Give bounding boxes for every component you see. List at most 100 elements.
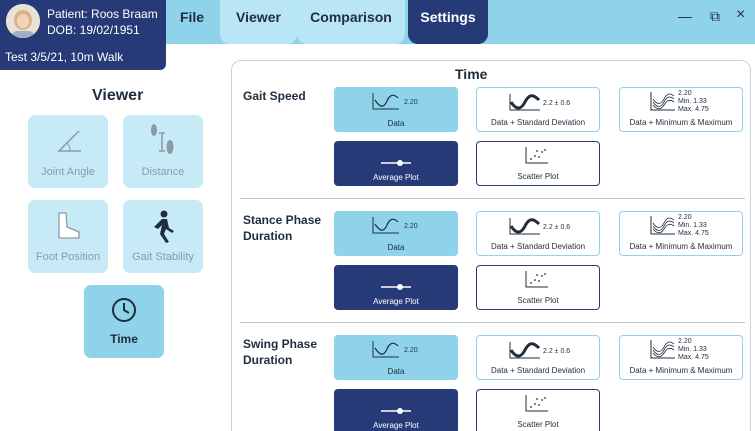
scatter-plot-button[interactable]: Scatter Plot: [476, 141, 600, 186]
data-option-button[interactable]: 2.20 Data: [334, 87, 458, 132]
menu-file[interactable]: File: [166, 0, 218, 44]
patient-avatar: [6, 4, 40, 38]
sd-wave-icon: [509, 94, 541, 111]
minmax-min: Min. 1.33: [678, 98, 707, 105]
data-label: Data: [387, 367, 405, 376]
scatter-plot-label: Scatter Plot: [517, 172, 559, 181]
divider: [240, 322, 745, 323]
minmax-icon-wrap: [650, 339, 676, 364]
minmax-option-button[interactable]: Min. 1.33 2.20 Max. 4.75 Data + Minimum & M…: [619, 335, 743, 380]
sd-icon-wrap: [509, 217, 541, 240]
foot-position-label: Foot Position: [35, 251, 101, 263]
joint-angle-label: Joint Angle: [41, 166, 95, 178]
minmax-option-button[interactable]: Min. 1.33 2.20 Max. 4.75 Data + Minimum & M…: [619, 211, 743, 256]
minimize-icon[interactable]: —: [678, 8, 692, 24]
average-plot-label: Average Plot: [373, 297, 419, 306]
scatter-plot-button[interactable]: Scatter Plot: [476, 389, 600, 431]
section-title-gait-speed: Gait Speed: [243, 89, 306, 103]
minmax-label: Data + Minimum & Maximum: [629, 242, 733, 251]
data-option-button[interactable]: 2.20 Data: [334, 211, 458, 256]
sd-icon-wrap: [509, 93, 541, 116]
sd-option-button[interactable]: 2.2 ± 0.6 Data + Standard Deviation: [476, 87, 600, 132]
scatter-plot-icon: [525, 395, 548, 412]
scatter-plot-icon: [525, 147, 548, 164]
joint-angle-button[interactable]: Joint Angle: [28, 115, 108, 188]
data-icon-wrap: [372, 340, 400, 363]
sd-option-button[interactable]: 2.2 ± 0.6 Data + Standard Deviation: [476, 335, 600, 380]
footprints-distance-icon: [151, 124, 174, 154]
data-icon-wrap: [372, 92, 400, 115]
patient-dob: DOB: 19/02/1951: [47, 23, 140, 37]
minmax-option-button[interactable]: Min. 1.33 2.20 Max. 4.75 Data + Minimum & M…: [619, 87, 743, 132]
sd-value: 2.2 ± 0.6: [543, 100, 571, 107]
minmax-max: Max. 4.75: [678, 354, 709, 361]
time-button[interactable]: Time: [84, 285, 164, 358]
minmax-icon-wrap: [650, 215, 676, 240]
minmax-wave-icon: [650, 340, 675, 359]
gait-stability-button[interactable]: Gait Stability: [123, 200, 203, 273]
minmax-value: 2.20: [678, 214, 692, 221]
data-label: Data: [387, 119, 405, 128]
section-title-swing-phase: Swing Phase Duration: [243, 337, 318, 367]
sd-label: Data + Standard Deviation: [490, 242, 586, 251]
minmax-max: Max. 4.75: [678, 106, 709, 113]
joint-angle-icon: [57, 130, 81, 152]
time-label: Time: [110, 332, 138, 346]
minmax-min: Min. 1.33: [678, 346, 707, 353]
scatter-plot-icon: [525, 271, 548, 288]
menu-viewer[interactable]: Viewer: [220, 0, 297, 44]
divider: [240, 198, 745, 199]
sd-option-button[interactable]: 2.2 ± 0.6 Data + Standard Deviation: [476, 211, 600, 256]
clock-icon: [112, 298, 136, 322]
close-icon[interactable]: ×: [736, 6, 745, 24]
distance-label: Distance: [141, 166, 185, 178]
minmax-max: Max. 4.75: [678, 230, 709, 237]
average-plot-label: Average Plot: [373, 173, 419, 182]
sd-wave-icon: [509, 342, 541, 359]
gait-stability-label: Gait Stability: [132, 251, 194, 263]
minmax-wave-icon: [650, 216, 675, 235]
sd-label: Data + Standard Deviation: [490, 366, 586, 375]
sd-wave-icon: [509, 218, 541, 235]
minmax-label: Data + Minimum & Maximum: [629, 118, 733, 127]
test-label: Test 3/5/21, 10m Walk: [5, 50, 124, 64]
scatter-plot-button[interactable]: Scatter Plot: [476, 265, 600, 310]
data-option-button[interactable]: 2.20 Data: [334, 335, 458, 380]
sd-value: 2.2 ± 0.6: [543, 224, 571, 231]
foot-position-button[interactable]: Foot Position: [28, 200, 108, 273]
sd-label: Data + Standard Deviation: [490, 118, 586, 127]
minmax-value: 2.20: [678, 90, 692, 97]
minmax-wave-icon: [650, 92, 675, 111]
sd-value: 2.2 ± 0.6: [543, 348, 571, 355]
sd-icon-wrap: [509, 341, 541, 364]
minmax-label: Data + Minimum & Maximum: [629, 366, 733, 375]
average-icon-wrap: [380, 155, 412, 173]
scatter-plot-label: Scatter Plot: [517, 420, 559, 429]
distance-button[interactable]: Distance: [123, 115, 203, 188]
average-plot-icon: [381, 284, 411, 290]
patient-name: Patient: Roos Braam: [47, 7, 158, 21]
restore-icon[interactable]: ⧉: [710, 8, 720, 25]
viewer-title: Viewer: [92, 87, 144, 104]
test-info[interactable]: Test 3/5/21, 10m Walk: [0, 44, 166, 70]
average-plot-icon: [381, 408, 411, 414]
average-plot-label: Average Plot: [373, 421, 419, 430]
menu-comparison[interactable]: Comparison: [297, 0, 405, 44]
scatter-icon-wrap: [525, 270, 549, 293]
menu-settings[interactable]: Settings: [408, 0, 488, 44]
wave-icon: [372, 341, 399, 358]
data-icon-wrap: [372, 216, 400, 239]
wave-icon: [372, 217, 399, 234]
minmax-min: Min. 1.33: [678, 222, 707, 229]
average-plot-button[interactable]: Average Plot: [334, 265, 458, 310]
average-icon-wrap: [380, 403, 412, 421]
walking-person-icon: [154, 210, 174, 243]
average-plot-button[interactable]: Average Plot: [334, 141, 458, 186]
scatter-icon-wrap: [525, 146, 549, 169]
time-panel-title: Time: [455, 66, 488, 82]
average-icon-wrap: [380, 279, 412, 297]
average-plot-button[interactable]: Average Plot: [334, 389, 458, 431]
data-value: 2.20: [404, 223, 418, 230]
scatter-plot-label: Scatter Plot: [517, 296, 559, 305]
average-plot-icon: [381, 160, 411, 166]
